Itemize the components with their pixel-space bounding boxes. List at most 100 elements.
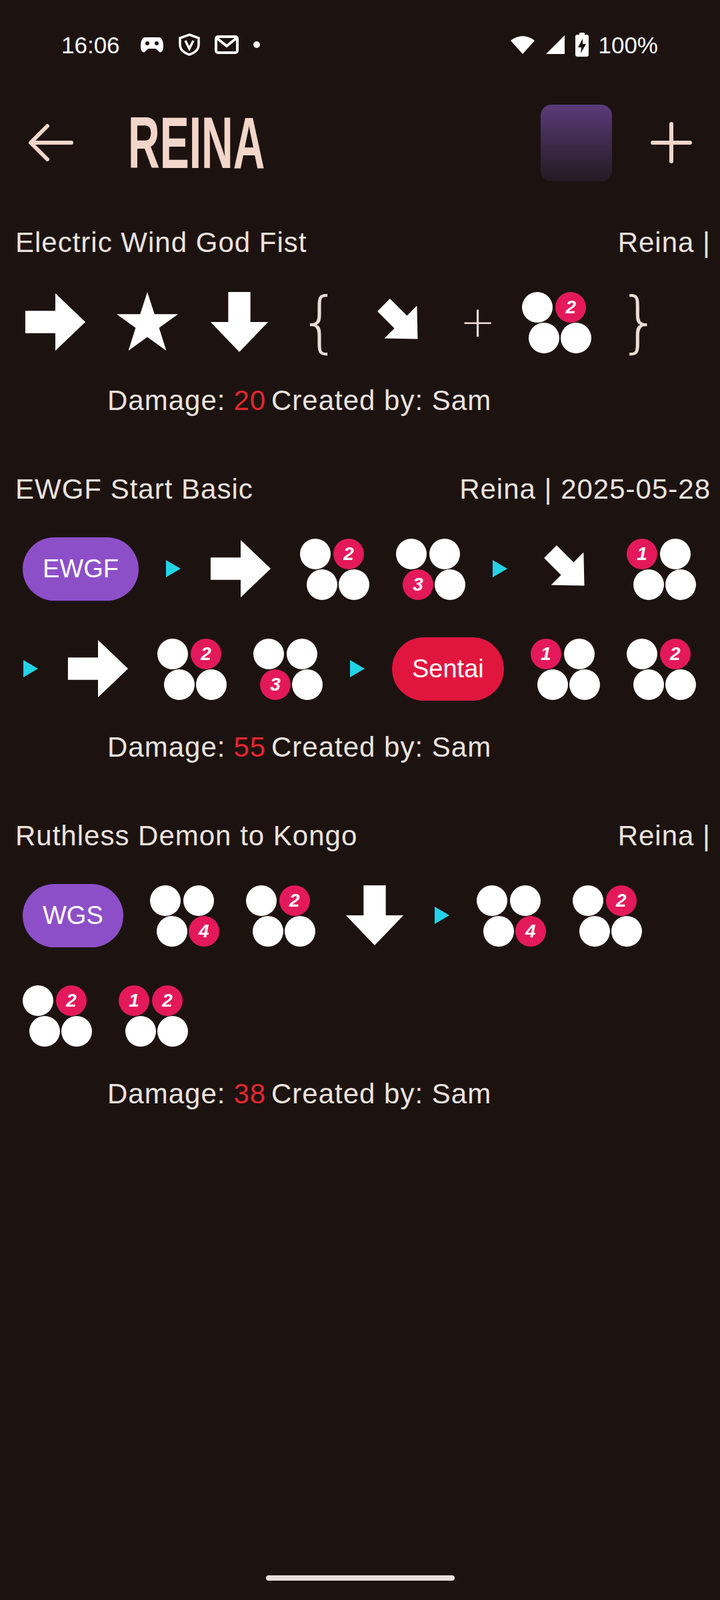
- button-layout-icon: 2: [246, 884, 316, 947]
- wifi-icon: [510, 34, 536, 55]
- move-tag-label: EWGF: [42, 550, 119, 588]
- creator: Created by: Sam: [271, 1072, 492, 1115]
- damage: Damage:20: [0, 379, 272, 422]
- button-dot: [300, 538, 331, 570]
- combo-title-row: EWGF Start BasicReina | 2025-05-28: [0, 470, 720, 508]
- plus-operator: +: [460, 300, 496, 344]
- button-dot: [572, 885, 604, 916]
- button-number: 4: [525, 922, 536, 941]
- combo-input: 2: [626, 635, 696, 702]
- combo-input: [65, 635, 131, 702]
- combo-card[interactable]: EWGF Start BasicReina | 2025-05-28EWGF23…: [0, 470, 720, 768]
- notification-icons: [140, 33, 260, 56]
- button-dot: [150, 885, 181, 916]
- button-dot: [196, 669, 227, 700]
- pressed-button: 4: [188, 916, 220, 947]
- separator-triangle-icon: [434, 906, 450, 925]
- combo-input: [22, 635, 39, 702]
- button-dot: [286, 638, 318, 670]
- direction-arrow-icon: [22, 289, 88, 355]
- button-number: 1: [636, 544, 648, 564]
- button-number: 4: [198, 922, 210, 941]
- combo-meta: Reina |: [618, 224, 711, 262]
- combo-footer: Damage:55Created by: Sam: [0, 726, 720, 768]
- combo-title-row: Ruthless Demon to KongoReina |: [0, 817, 720, 855]
- signal-icon: [544, 34, 566, 56]
- button-layout-icon: 2: [300, 537, 370, 600]
- button-dot: [338, 569, 370, 600]
- button-dot: [633, 669, 664, 700]
- combo-name: Ruthless Demon to Kongo: [15, 817, 358, 855]
- pressed-button: 2: [660, 638, 691, 670]
- combo-input: [492, 535, 508, 602]
- damage-label: Damage:: [107, 726, 226, 768]
- combo-footer: Damage:38Created by: Sam: [0, 1072, 720, 1115]
- title-box: REINA: [128, 109, 272, 176]
- combo-input: 2: [246, 882, 316, 949]
- move-tag-label: WGS: [42, 896, 104, 935]
- character-avatar[interactable]: [540, 104, 612, 182]
- move-tag: WGS: [22, 884, 124, 948]
- combo-inputs: EWGF23123Sentai12: [0, 535, 720, 702]
- combo-input: WGS: [22, 882, 124, 949]
- battery-icon: [575, 32, 589, 57]
- add-button[interactable]: [650, 122, 692, 164]
- button-layout-icon: 1: [530, 637, 600, 700]
- direction-arrow-icon: [208, 536, 274, 602]
- button-number: 2: [289, 891, 300, 910]
- pressed-button: 2: [190, 638, 222, 670]
- button-layout-icon: 4: [150, 884, 220, 947]
- separator-triangle-icon: [22, 659, 39, 678]
- combo-input: 1: [530, 635, 600, 702]
- button-layout-icon: 2: [572, 884, 642, 947]
- combo-input: 2: [157, 635, 227, 702]
- combo-input: Sentai: [392, 635, 504, 702]
- page-title: REINA: [128, 106, 265, 180]
- combo-input: +: [460, 288, 496, 356]
- button-dot: [476, 885, 508, 916]
- pressed-button: 2: [56, 985, 87, 1016]
- combo-input: [206, 288, 272, 356]
- button-number: 2: [616, 891, 627, 910]
- button-dot: [252, 916, 284, 947]
- button-dot: [183, 885, 214, 916]
- button-dot: [164, 669, 195, 700]
- button-dot: [611, 916, 642, 947]
- direction-arrow-icon: [368, 289, 434, 355]
- game-icon: [140, 34, 164, 55]
- combo-input: EWGF: [22, 535, 139, 602]
- combo-input: 4: [150, 882, 220, 949]
- pressed-button: 1: [530, 638, 562, 670]
- button-dot: [483, 916, 514, 947]
- button-number: 1: [540, 644, 552, 664]
- combo-input: [165, 535, 182, 602]
- direction-arrow-icon: [342, 882, 408, 948]
- combo-input: 2: [22, 982, 92, 1049]
- button-dot: [292, 669, 323, 700]
- back-button[interactable]: [27, 122, 74, 163]
- combo-footer: Damage:20Created by: Sam: [0, 379, 720, 422]
- button-number: 2: [565, 298, 576, 317]
- button-layout-icon: 2: [522, 290, 592, 354]
- button-dot: [246, 885, 277, 916]
- creator: Created by: Sam: [271, 726, 492, 768]
- combo-card[interactable]: Electric Wind God FistReina |{+2}Damage:…: [0, 224, 720, 422]
- button-dot: [253, 638, 284, 670]
- battery-track: [575, 34, 589, 57]
- combo-input: 2: [300, 535, 370, 602]
- button-layout-icon: 3: [396, 537, 466, 600]
- home-indicator[interactable]: [266, 1575, 455, 1581]
- brace: {: [298, 288, 342, 356]
- button-dot: [22, 985, 54, 1016]
- button-dot: [579, 916, 610, 947]
- combo-card[interactable]: Ruthless Demon to KongoReina |WGS4242212…: [0, 817, 720, 1115]
- system-icons: 100%: [510, 32, 658, 57]
- button-dot: [665, 669, 696, 700]
- button-dot: [157, 638, 188, 670]
- mail-icon: [214, 35, 239, 54]
- combo-input: 4: [476, 882, 546, 949]
- button-dot: [560, 322, 592, 354]
- button-number: 1: [128, 991, 140, 1010]
- pressed-button: 2: [606, 885, 637, 916]
- combo-inputs: WGS4242212: [0, 882, 720, 1049]
